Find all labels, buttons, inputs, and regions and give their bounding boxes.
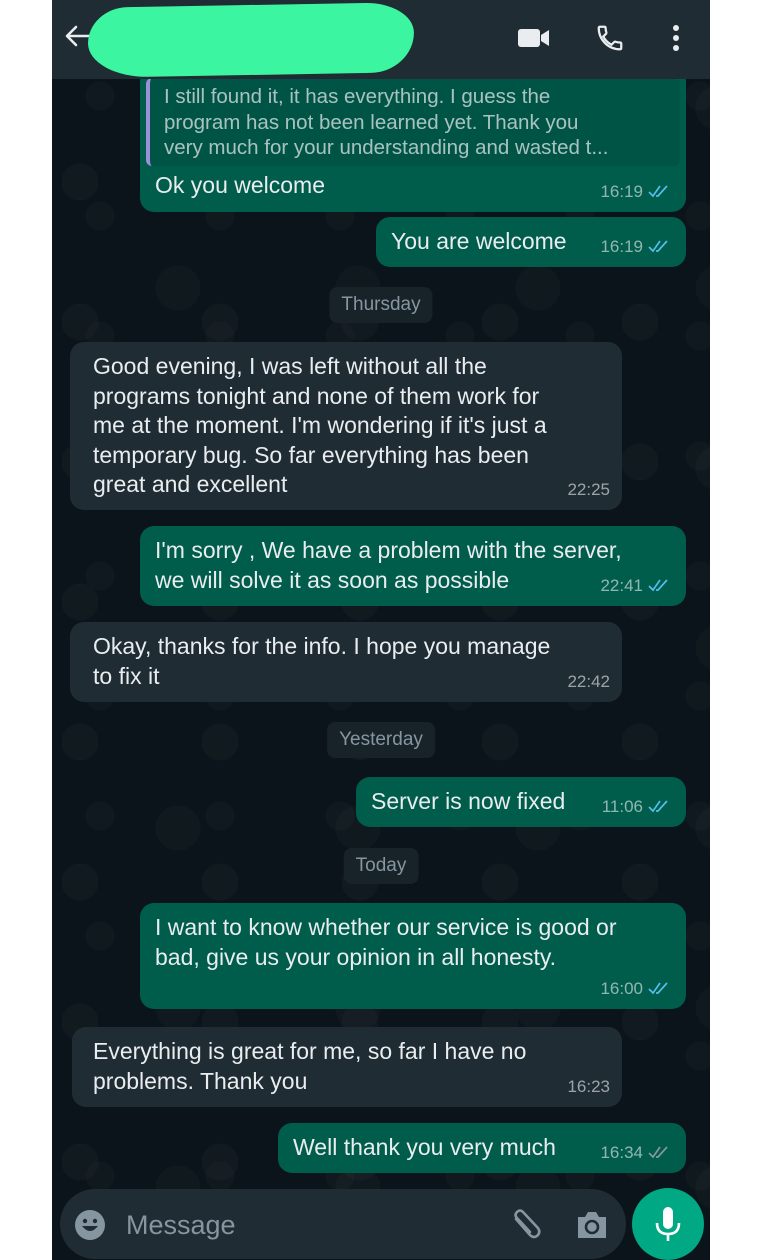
message-time: 11:06	[601, 796, 643, 816]
microphone-icon	[655, 1207, 681, 1241]
date-divider: Today	[343, 848, 419, 884]
emoji-button[interactable]	[74, 1209, 106, 1241]
message-text: I want to know whether our service is go…	[155, 914, 617, 970]
read-ticks-icon	[648, 240, 668, 253]
message-time: 22:41	[600, 575, 643, 595]
message-text: I'm sorry , We have a problem with the s…	[155, 537, 622, 593]
message-text: Ok you welcome	[155, 172, 326, 198]
message-meta: 22:41	[600, 571, 672, 601]
video-call-icon	[518, 29, 549, 47]
message-time: 16:34	[600, 1142, 643, 1162]
contact-name-redacted[interactable]	[87, 2, 415, 78]
message-time: 16:23	[567, 1076, 610, 1096]
message-time: 16:19	[600, 236, 643, 256]
message-bubble-outgoing[interactable]: I'm sorry , We have a problem with the s…	[140, 526, 686, 606]
message-meta: 22:42	[567, 667, 610, 697]
date-divider: Yesterday	[327, 722, 435, 758]
message-bubble-incoming[interactable]: Okay, thanks for the info. I hope you ma…	[70, 622, 622, 702]
message-time: 22:42	[567, 671, 610, 691]
video-call-button[interactable]	[516, 20, 552, 56]
message-bubble-outgoing[interactable]: Server is now fixed 11:06	[356, 777, 686, 827]
message-meta: 16:19	[600, 232, 672, 262]
voice-message-button[interactable]	[632, 1188, 704, 1260]
camera-button[interactable]	[574, 1207, 610, 1243]
voice-call-icon	[597, 25, 623, 51]
message-text: Well thank you very much	[293, 1134, 556, 1160]
message-meta: 22:25	[567, 475, 610, 505]
read-ticks-icon	[648, 185, 668, 198]
read-ticks-icon	[648, 579, 668, 592]
message-text: You are welcome	[391, 228, 567, 254]
message-time: 22:25	[567, 479, 610, 499]
message-time: 16:19	[600, 181, 643, 201]
paperclip-icon	[514, 1209, 541, 1239]
message-bubble-outgoing[interactable]: I want to know whether our service is go…	[140, 903, 686, 1009]
read-ticks-icon	[648, 1146, 668, 1159]
message-bubble-outgoing[interactable]: You are welcome 16:19	[376, 217, 686, 267]
message-text: Good evening, I was left without all the…	[93, 353, 547, 497]
message-time: 16:00	[600, 978, 643, 998]
message-bubble-outgoing[interactable]: Well thank you very much 16:34	[278, 1123, 686, 1173]
message-meta: 16:00	[600, 974, 672, 1004]
message-input[interactable]	[126, 1203, 486, 1247]
more-options-button[interactable]	[658, 20, 694, 56]
message-meta: 11:06	[602, 792, 672, 822]
camera-icon	[578, 1212, 606, 1238]
voice-call-button[interactable]	[592, 20, 628, 56]
message-bubble-incoming[interactable]: Everything is great for me, so far I hav…	[72, 1027, 622, 1107]
more-options-icon	[673, 25, 679, 51]
quoted-text: I still found it, it has everything. I g…	[164, 85, 609, 159]
message-meta: 16:34	[600, 1138, 672, 1168]
chat-screen: I still found it, it has everything. I g…	[52, 0, 710, 1260]
message-bubble-outgoing[interactable]: I still found it, it has everything. I g…	[140, 68, 686, 212]
message-text: Okay, thanks for the info. I hope you ma…	[93, 633, 551, 689]
chat-header	[52, 0, 710, 79]
message-text: Server is now fixed	[371, 788, 566, 814]
read-ticks-icon	[648, 982, 668, 995]
date-divider: Thursday	[329, 287, 433, 323]
message-bubble-incoming[interactable]: Good evening, I was left without all the…	[70, 342, 622, 510]
quoted-message[interactable]: I still found it, it has everything. I g…	[146, 78, 680, 166]
message-text: Everything is great for me, so far I hav…	[93, 1038, 527, 1094]
message-meta: 16:23	[567, 1072, 610, 1102]
message-meta: 16:19	[600, 177, 672, 207]
message-composer	[60, 1189, 626, 1259]
emoji-icon	[75, 1210, 105, 1240]
attach-button[interactable]	[508, 1207, 544, 1243]
read-ticks-icon	[648, 800, 668, 813]
